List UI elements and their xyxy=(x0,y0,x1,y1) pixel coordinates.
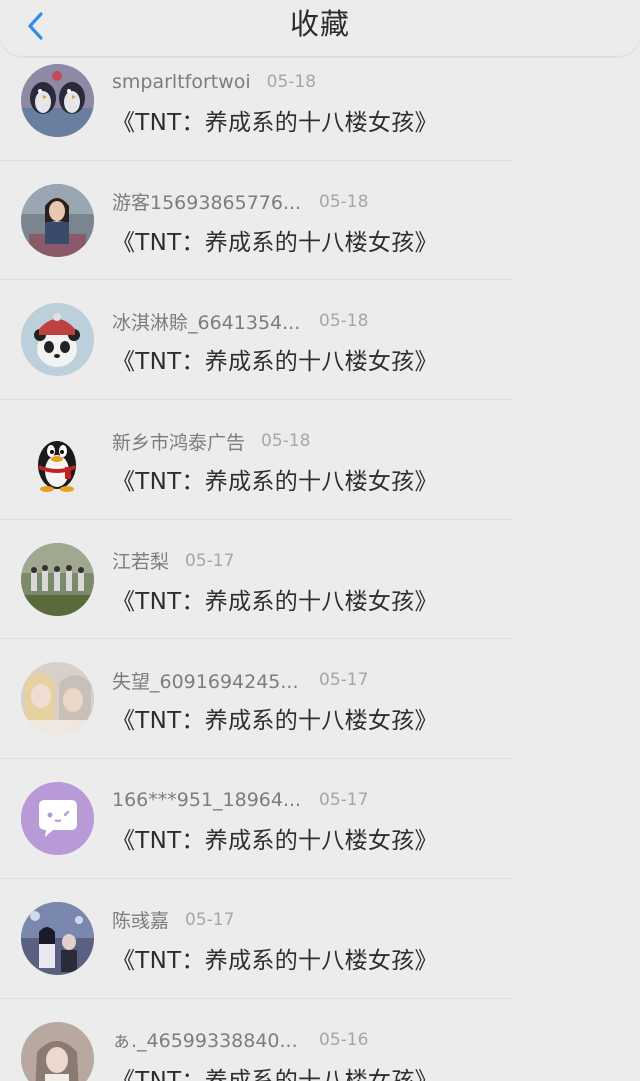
username[interactable]: 166***951_18964... xyxy=(112,789,303,811)
avatar[interactable] xyxy=(21,423,94,497)
avatar[interactable] xyxy=(21,662,94,736)
favorites-screen: 收藏 smparltfortwoi 05-18 《TNT：养成系的十八楼女孩》 … xyxy=(0,0,640,1081)
favorite-title[interactable]: 《TNT：养成系的十八楼女孩》 xyxy=(112,223,438,257)
qq-penguin-avatar-image xyxy=(21,423,94,497)
favorite-title[interactable]: 《TNT：养成系的十八楼女孩》 xyxy=(112,821,438,855)
avatar[interactable] xyxy=(21,303,94,377)
username[interactable]: smparltfortwoi xyxy=(112,71,251,93)
couple-avatar-image xyxy=(21,901,94,975)
list-item[interactable]: ぁ._46599338840... 05-16 《TNT：养成系的十八楼女孩》 xyxy=(0,997,640,1081)
avatar[interactable] xyxy=(21,183,94,257)
favorite-title[interactable]: 《TNT：养成系的十八楼女孩》 xyxy=(112,103,438,137)
username[interactable]: 游客15693865776... xyxy=(112,188,303,215)
date-label: 05-18 xyxy=(261,431,311,452)
header-bar: 收藏 xyxy=(0,0,640,56)
date-label: 05-18 xyxy=(266,72,317,92)
list-item[interactable]: 江若梨 05-17 《TNT：养成系的十八楼女孩》 xyxy=(0,518,640,639)
date-label: 05-17 xyxy=(319,670,369,691)
username[interactable]: 江若梨 xyxy=(112,547,169,574)
girls-avatar-image xyxy=(21,662,94,736)
date-label: 05-18 xyxy=(319,191,369,212)
date-label: 05-18 xyxy=(319,311,369,332)
avatar[interactable] xyxy=(21,1021,94,1081)
list-item[interactable]: 游客15693865776... 05-18 《TNT：养成系的十八楼女孩》 xyxy=(0,159,640,280)
page-title: 收藏 xyxy=(289,7,350,41)
favorites-list: smparltfortwoi 05-18 《TNT：养成系的十八楼女孩》 游客1… xyxy=(0,40,640,1081)
username[interactable]: 陈彧嘉 xyxy=(112,906,169,933)
favorite-title[interactable]: 《TNT：养成系的十八楼女孩》 xyxy=(112,941,438,975)
group-avatar-image xyxy=(21,542,94,616)
girl-avatar-image xyxy=(21,183,94,257)
penguins-avatar-image xyxy=(21,64,94,137)
avatar[interactable] xyxy=(21,64,94,137)
list-item[interactable]: 失望_6091694245... 05-17 《TNT：养成系的十八楼女孩》 xyxy=(0,638,640,758)
panda-avatar-image xyxy=(21,303,94,377)
date-label: 05-17 xyxy=(319,790,369,811)
list-item[interactable]: 新乡市鸿泰广告 05-18 《TNT：养成系的十八楼女孩》 xyxy=(0,399,640,519)
favorite-title[interactable]: 《TNT：养成系的十八楼女孩》 xyxy=(112,462,438,496)
avatar[interactable] xyxy=(21,901,94,975)
portrait-avatar-image xyxy=(21,1021,94,1081)
date-label: 05-17 xyxy=(185,550,235,571)
avatar[interactable] xyxy=(21,782,94,856)
list-item[interactable]: 166***951_18964... 05-17 《TNT：养成系的十八楼女孩》 xyxy=(0,758,640,878)
date-label: 05-16 xyxy=(319,1029,369,1050)
avatar[interactable] xyxy=(21,542,94,616)
list-item[interactable]: 冰淇淋賒_6641354... 05-18 《TNT：养成系的十八楼女孩》 xyxy=(0,279,640,399)
username[interactable]: 冰淇淋賒_6641354... xyxy=(112,308,303,335)
username[interactable]: 新乡市鸿泰广告 xyxy=(112,428,245,455)
list-item[interactable]: 陈彧嘉 05-17 《TNT：养成系的十八楼女孩》 xyxy=(0,877,640,998)
chat-bubble-avatar-icon xyxy=(21,782,94,856)
username[interactable]: 失望_6091694245... xyxy=(112,667,303,694)
list-item[interactable]: smparltfortwoi 05-18 《TNT：养成系的十八楼女孩》 xyxy=(0,40,640,160)
favorite-title[interactable]: 《TNT：养成系的十八楼女孩》 xyxy=(112,342,438,376)
favorite-title[interactable]: 《TNT：养成系的十八楼女孩》 xyxy=(112,1061,438,1081)
date-label: 05-17 xyxy=(185,909,235,930)
username[interactable]: ぁ._46599338840... xyxy=(112,1026,303,1053)
favorite-title[interactable]: 《TNT：养成系的十八楼女孩》 xyxy=(112,582,438,616)
favorite-title[interactable]: 《TNT：养成系的十八楼女孩》 xyxy=(112,701,438,735)
